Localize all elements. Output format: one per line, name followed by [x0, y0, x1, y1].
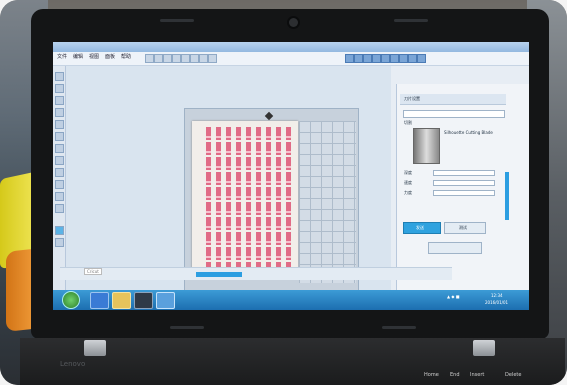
webcam-icon: [289, 18, 298, 27]
send-button[interactable]: 发送: [403, 222, 441, 234]
depth-slider[interactable]: [433, 170, 495, 176]
panel-scrollbar[interactable]: [505, 172, 509, 220]
cut-design-column[interactable]: [206, 127, 211, 267]
pressure-label: 力度: [404, 190, 412, 195]
cut-design-column[interactable]: [236, 127, 241, 267]
toolbar-draw-icon[interactable]: [345, 54, 354, 63]
toolbar-store-icon[interactable]: [408, 54, 417, 63]
cut-design-column[interactable]: [226, 127, 231, 267]
toolbar-library-icon[interactable]: [399, 54, 408, 63]
test-button-label: 测试: [459, 225, 467, 230]
window-titlebar: [53, 42, 529, 52]
lid-bumper-left: [160, 19, 194, 22]
cut-design-column[interactable]: [286, 127, 291, 267]
depth-label: 深度: [404, 170, 412, 175]
send-button-label: 发送: [416, 225, 424, 230]
cut-design-column[interactable]: [246, 127, 251, 267]
toolbar-line-icon[interactable]: [372, 54, 381, 63]
toolbar-pan-icon[interactable]: [199, 54, 208, 63]
toolbar-zoom-in-icon[interactable]: [181, 54, 190, 63]
start-cut-button[interactable]: [428, 242, 482, 254]
status-label: Cricut: [84, 268, 102, 275]
rectangle-tool-icon[interactable]: [55, 108, 64, 117]
curve-tool-icon[interactable]: [55, 144, 64, 153]
menu-view[interactable]: 视图: [89, 53, 99, 60]
speed-slider[interactable]: [433, 180, 495, 186]
base-bumper-right: [382, 326, 416, 329]
cut-design-column[interactable]: [256, 127, 261, 267]
menu-help[interactable]: 帮助: [121, 53, 131, 60]
menu-edit[interactable]: 编辑: [73, 53, 83, 60]
hinge-left: [84, 340, 106, 356]
toolbar-text-icon[interactable]: [354, 54, 363, 63]
cut-mode-label: 切割: [404, 120, 412, 125]
toolbar-zoom-out-icon[interactable]: [190, 54, 199, 63]
design-canvas[interactable]: [66, 66, 391, 293]
edit-points-icon[interactable]: [55, 84, 64, 93]
toolbar-undo-icon[interactable]: [172, 54, 181, 63]
menu-file[interactable]: 文件: [57, 53, 67, 60]
toolbar-new-icon[interactable]: [145, 54, 154, 63]
panel-title: 刀片设置: [404, 96, 420, 101]
explorer-icon[interactable]: [112, 292, 131, 309]
material-select[interactable]: [403, 110, 505, 118]
base-bumper-left: [170, 326, 204, 329]
clock-date[interactable]: 2016/01/01: [485, 300, 508, 305]
grid-tool-icon[interactable]: [55, 238, 64, 247]
cutting-mat: [184, 108, 359, 293]
toolbar-open-icon[interactable]: [154, 54, 163, 63]
hinge-right: [473, 340, 495, 356]
speed-label: 速度: [404, 180, 412, 185]
toolbar-trace-icon[interactable]: [390, 54, 399, 63]
cut-design-column[interactable]: [266, 127, 271, 267]
blade-label: Silhouette Cutting Blade: [444, 130, 493, 135]
eraser-tool-icon[interactable]: [55, 180, 64, 189]
polygon-tool-icon[interactable]: [55, 132, 64, 141]
key-delete[interactable]: Delete: [505, 372, 521, 378]
mat-grid: [299, 121, 356, 283]
ie-icon[interactable]: [90, 292, 109, 309]
origin-marker-icon: [264, 111, 274, 121]
clock-time[interactable]: 12:34: [491, 293, 503, 298]
brand-logo: Lenovo: [60, 360, 86, 368]
media-sheet: [192, 121, 298, 273]
toolbar-send-icon[interactable]: [417, 54, 426, 63]
silhouette-icon[interactable]: [156, 292, 175, 309]
zoom-tool-icon[interactable]: [55, 204, 64, 213]
horizontal-scrollbar[interactable]: [196, 272, 242, 277]
photo-frame: 文件 编辑 视图 面板 帮助 刀片设置 切割 Silhouette Cuttin…: [0, 0, 567, 385]
line-tool-icon[interactable]: [55, 96, 64, 105]
tray-icons[interactable]: ▲ ◆ ■: [447, 294, 459, 299]
toolbar-offset-icon[interactable]: [381, 54, 390, 63]
text-tool-icon[interactable]: [55, 168, 64, 177]
lid-bumper-right: [394, 19, 428, 22]
test-button[interactable]: 测试: [444, 222, 486, 234]
key-end[interactable]: End: [450, 372, 460, 378]
pan-tool-icon[interactable]: [55, 226, 64, 235]
cut-design-column[interactable]: [216, 127, 221, 267]
blade-icon: [413, 128, 440, 164]
key-home[interactable]: Home: [424, 372, 439, 378]
cut-design-column[interactable]: [276, 127, 281, 267]
toolbar-fit-icon[interactable]: [208, 54, 217, 63]
menu-panel[interactable]: 面板: [105, 53, 115, 60]
select-tool-icon[interactable]: [55, 72, 64, 81]
knife-tool-icon[interactable]: [55, 192, 64, 201]
toolbar-fill-icon[interactable]: [363, 54, 372, 63]
freehand-tool-icon[interactable]: [55, 156, 64, 165]
key-insert[interactable]: Insert: [470, 372, 484, 378]
ellipse-tool-icon[interactable]: [55, 120, 64, 129]
start-button[interactable]: [62, 291, 80, 309]
horizontal-scrollbar-track: [60, 267, 452, 280]
pressure-slider[interactable]: [433, 190, 495, 196]
media-icon[interactable]: [134, 292, 153, 309]
toolbar-save-icon[interactable]: [163, 54, 172, 63]
